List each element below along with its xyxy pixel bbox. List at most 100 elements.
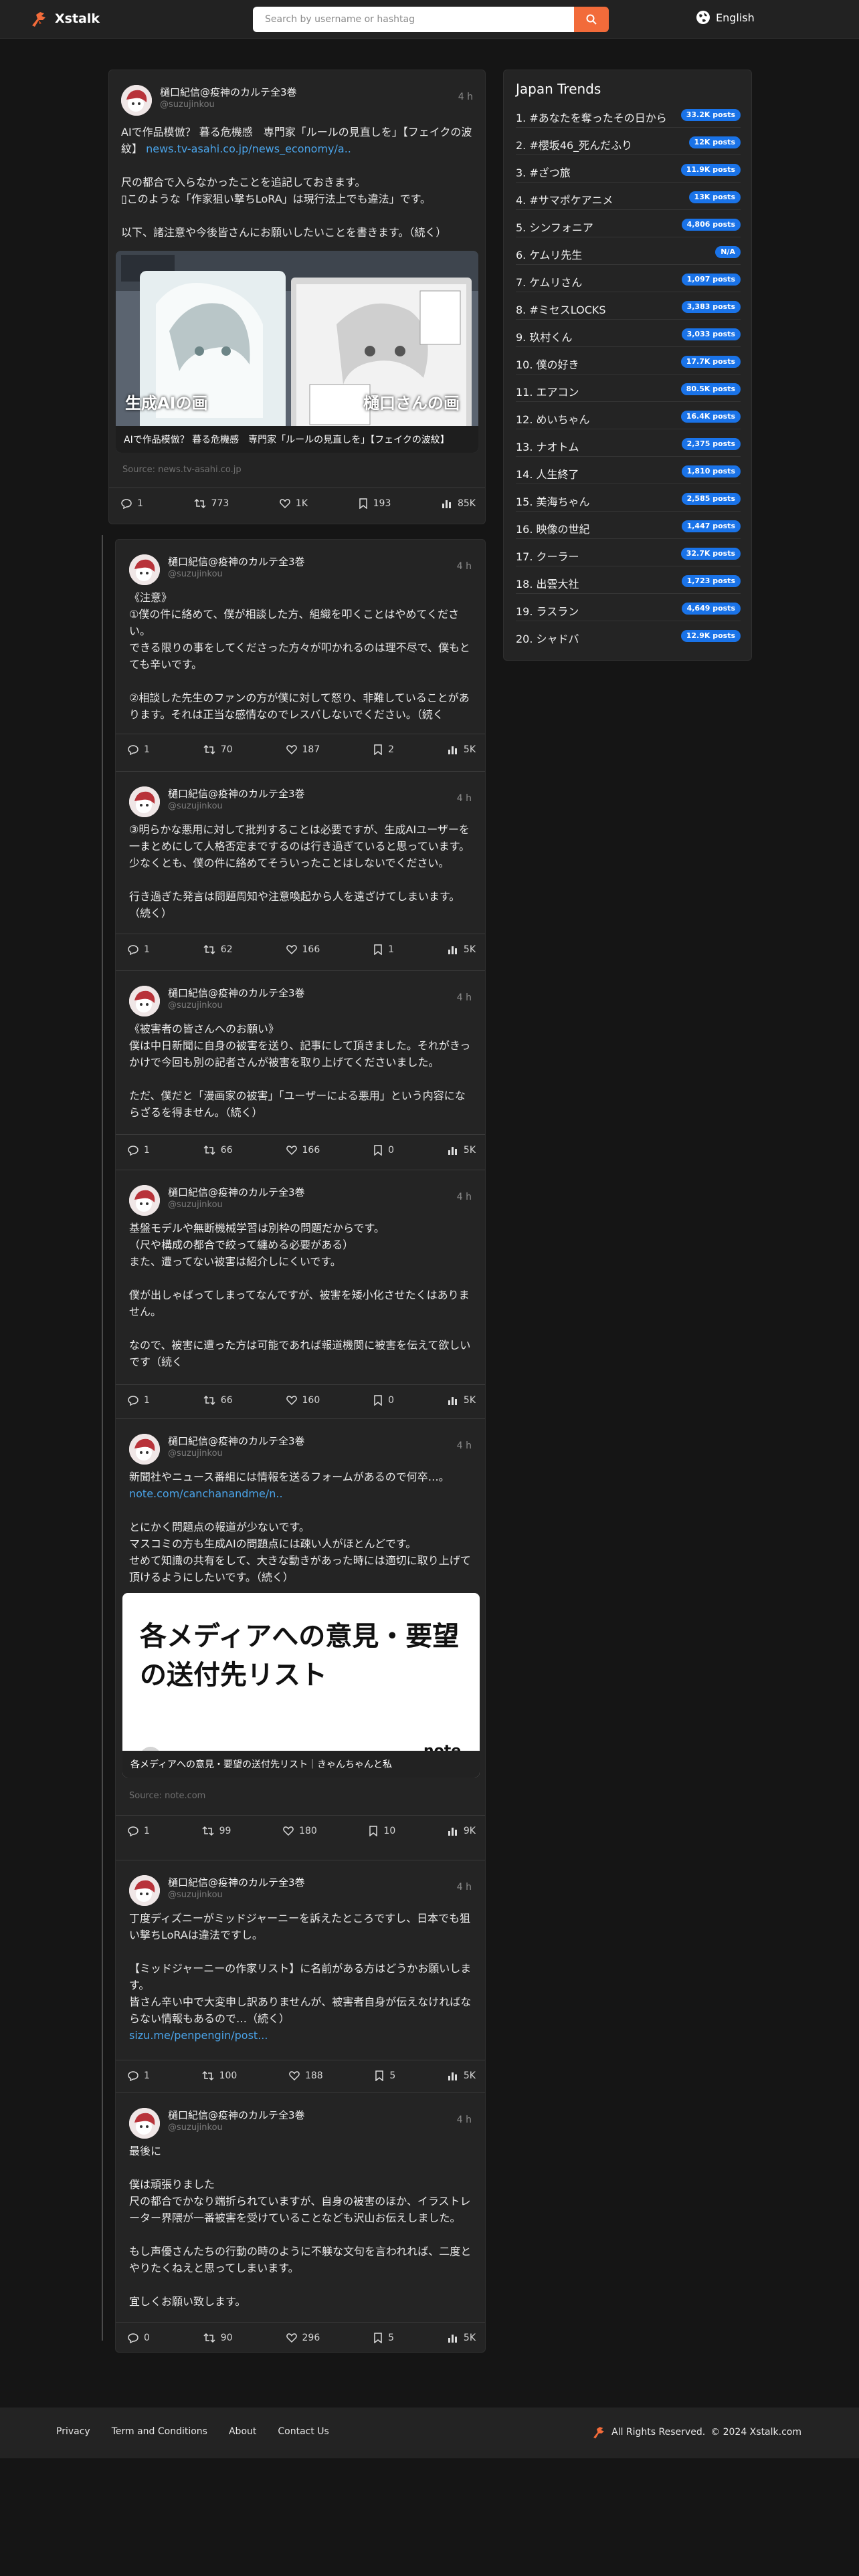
thread-post[interactable]: 樋口紀信@疫神のカルテ全3巻 @suzujinkou 4 h 《注意》 ①僕の件… (116, 540, 485, 767)
bookmark-button[interactable]: 10 (369, 1826, 395, 1836)
bookmark-button[interactable]: 5 (375, 2070, 395, 2081)
post-link[interactable]: sizu.me/penpengin/post... (129, 2029, 268, 2042)
like-button[interactable]: 188 (289, 2070, 323, 2081)
avatar[interactable] (129, 554, 160, 585)
repost-button[interactable]: 99 (202, 1826, 231, 1836)
trend-item[interactable]: 7. ケムリさん 1,097 posts (516, 267, 741, 292)
reply-button[interactable]: 1 (128, 1395, 150, 1406)
repost-button[interactable]: 773 (194, 498, 229, 509)
like-button[interactable]: 166 (286, 944, 320, 955)
author-handle[interactable]: @suzujinkou (168, 1890, 223, 1900)
author-handle[interactable]: @suzujinkou (168, 1000, 223, 1010)
main-post-card[interactable]: 樋口紀信@疫神のカルテ全3巻 @suzujinkou 4 h AIで作品模倣？ … (108, 70, 486, 524)
avatar[interactable] (129, 1434, 160, 1465)
reply-button[interactable]: 1 (121, 498, 143, 509)
author-name[interactable]: 樋口紀信@疫神のカルテ全3巻 (168, 1875, 305, 1889)
trend-item[interactable]: 12. めいちゃん 16.4K posts (516, 404, 741, 429)
trend-item[interactable]: 8. #ミセスLOCKS 3,383 posts (516, 294, 741, 320)
trend-item[interactable]: 5. シンフォニア 4,806 posts (516, 212, 741, 237)
author-name[interactable]: 樋口紀信@疫神のカルテ全3巻 (168, 554, 305, 568)
bookmark-button[interactable]: 0 (373, 1395, 394, 1406)
trend-item[interactable]: 6. ケムリ先生 N/A (516, 239, 741, 265)
author-name[interactable]: 樋口紀信@疫神のカルテ全3巻 (168, 1434, 305, 1448)
like-button[interactable]: 160 (286, 1395, 320, 1406)
trend-item[interactable]: 15. 美海ちゃん 2,585 posts (516, 486, 741, 512)
heart-icon (286, 1145, 297, 1155)
search-input[interactable] (253, 7, 574, 32)
author-name[interactable]: 樋口紀信@疫神のカルテ全3巻 (168, 2108, 305, 2122)
thread-post[interactable]: 樋口紀信@疫神のカルテ全3巻 @suzujinkou 4 h 新聞社やニュース番… (116, 1418, 485, 1860)
avatar[interactable] (129, 1185, 160, 1216)
footer-link-terms[interactable]: Term and Conditions (112, 2426, 207, 2437)
trend-item[interactable]: 3. #ざつ旅 11.9K posts (516, 157, 741, 183)
site-logo[interactable]: Xstalk (29, 9, 100, 28)
author-handle[interactable]: @suzujinkou (168, 1448, 223, 1459)
repost-button[interactable]: 62 (203, 944, 233, 955)
post-media-image[interactable]: 生成AIの画 樋口さんの画 AIで作品模倣？ 暮る危機感 専門家「ルールの見直し… (116, 251, 478, 453)
avatar[interactable] (129, 2108, 160, 2139)
like-button[interactable]: 1K (280, 498, 308, 509)
trend-item[interactable]: 18. 出雲大社 1,723 posts (516, 568, 741, 594)
reply-button[interactable]: 1 (128, 1826, 150, 1836)
repost-button[interactable]: 90 (203, 2333, 233, 2343)
trend-item[interactable]: 1. #あなたを奪ったその日から 33.2K posts (516, 102, 741, 128)
thread-post[interactable]: 樋口紀信@疫神のカルテ全3巻 @suzujinkou 4 h 《被害者の皆さんへ… (116, 970, 485, 1170)
post-link[interactable]: news.tv-asahi.co.jp/news_economy/a.. (146, 142, 351, 155)
like-button[interactable]: 166 (286, 1145, 320, 1156)
reply-button[interactable]: 1 (128, 2070, 150, 2081)
author-name[interactable]: 樋口紀信@疫神のカルテ全3巻 (160, 85, 297, 99)
avatar[interactable] (129, 786, 160, 817)
trend-item[interactable]: 13. ナオトム 2,375 posts (516, 431, 741, 457)
trend-item[interactable]: 14. 人生終了 1,810 posts (516, 459, 741, 484)
bookmark-button[interactable]: 0 (373, 1145, 394, 1156)
search-button[interactable] (574, 7, 609, 32)
post-link[interactable]: note.com/canchanandme/n.. (129, 1487, 283, 1500)
like-button[interactable]: 180 (283, 1826, 317, 1836)
repost-button[interactable]: 66 (203, 1395, 233, 1406)
footer-link-contact[interactable]: Contact Us (278, 2426, 328, 2437)
trend-item[interactable]: 2. #櫻坂46_死んだふり 12K posts (516, 130, 741, 155)
bookmark-button[interactable]: 193 (359, 498, 391, 509)
repost-button[interactable]: 66 (203, 1145, 233, 1156)
author-handle[interactable]: @suzujinkou (168, 2123, 223, 2133)
footer-link-about[interactable]: About (229, 2426, 256, 2437)
author-name[interactable]: 樋口紀信@疫神のカルテ全3巻 (168, 986, 305, 1000)
trend-item[interactable]: 9. 玖村くん 3,033 posts (516, 322, 741, 347)
author-name[interactable]: 樋口紀信@疫神のカルテ全3巻 (168, 1185, 305, 1199)
avatar[interactable] (129, 1875, 160, 1906)
trend-item[interactable]: 19. ラスラン 4,649 posts (516, 596, 741, 621)
author-handle[interactable]: @suzujinkou (168, 1200, 223, 1210)
author-handle[interactable]: @suzujinkou (160, 100, 215, 110)
repost-button[interactable]: 100 (202, 2070, 237, 2081)
language-selector[interactable]: English (696, 10, 755, 25)
like-button[interactable]: 296 (286, 2333, 320, 2343)
reply-button[interactable]: 1 (128, 744, 150, 755)
thread-post[interactable]: 樋口紀信@疫神のカルテ全3巻 @suzujinkou 4 h 最後に 僕は頑張り… (116, 2092, 485, 2352)
trend-item[interactable]: 16. 映像の世紀 1,447 posts (516, 514, 741, 539)
avatar[interactable] (121, 85, 152, 116)
trend-item[interactable]: 10. 僕の好き 17.7K posts (516, 349, 741, 374)
views-count: 5K (448, 1145, 476, 1156)
reply-button[interactable]: 1 (128, 1145, 150, 1156)
footer-link-privacy[interactable]: Privacy (56, 2426, 90, 2437)
author-handle[interactable]: @suzujinkou (168, 569, 223, 579)
author-handle[interactable]: @suzujinkou (168, 801, 223, 811)
reply-button[interactable]: 1 (128, 944, 150, 955)
like-button[interactable]: 187 (286, 744, 320, 755)
trend-item[interactable]: 11. エアコン 80.5K posts (516, 377, 741, 402)
trend-name: 11. エアコン (516, 386, 579, 399)
bookmark-button[interactable]: 2 (373, 744, 394, 755)
bookmark-button[interactable]: 5 (373, 2333, 394, 2343)
post-media-card[interactable]: 各メディアへの意見・要望の送付先リスト note 各メディアへの意見・要望の送付… (122, 1593, 480, 1778)
thread-post[interactable]: 樋口紀信@疫神のカルテ全3巻 @suzujinkou 4 h 丁度ディズニーがミ… (116, 1860, 485, 2092)
reply-button[interactable]: 0 (128, 2333, 150, 2343)
trend-item[interactable]: 4. #サマポケアニメ 13K posts (516, 185, 741, 210)
trend-item[interactable]: 20. シャドバ 12.9K posts (516, 623, 741, 649)
thread-post[interactable]: 樋口紀信@疫神のカルテ全3巻 @suzujinkou 4 h 基盤モデルや無断機… (116, 1170, 485, 1418)
repost-button[interactable]: 70 (203, 744, 233, 755)
avatar[interactable] (129, 986, 160, 1016)
trend-item[interactable]: 17. クーラー 32.7K posts (516, 541, 741, 566)
author-name[interactable]: 樋口紀信@疫神のカルテ全3巻 (168, 786, 305, 800)
thread-post[interactable]: 樋口紀信@疫神のカルテ全3巻 @suzujinkou 4 h ③明らかな悪用に対… (116, 771, 485, 970)
bookmark-button[interactable]: 1 (373, 944, 394, 955)
